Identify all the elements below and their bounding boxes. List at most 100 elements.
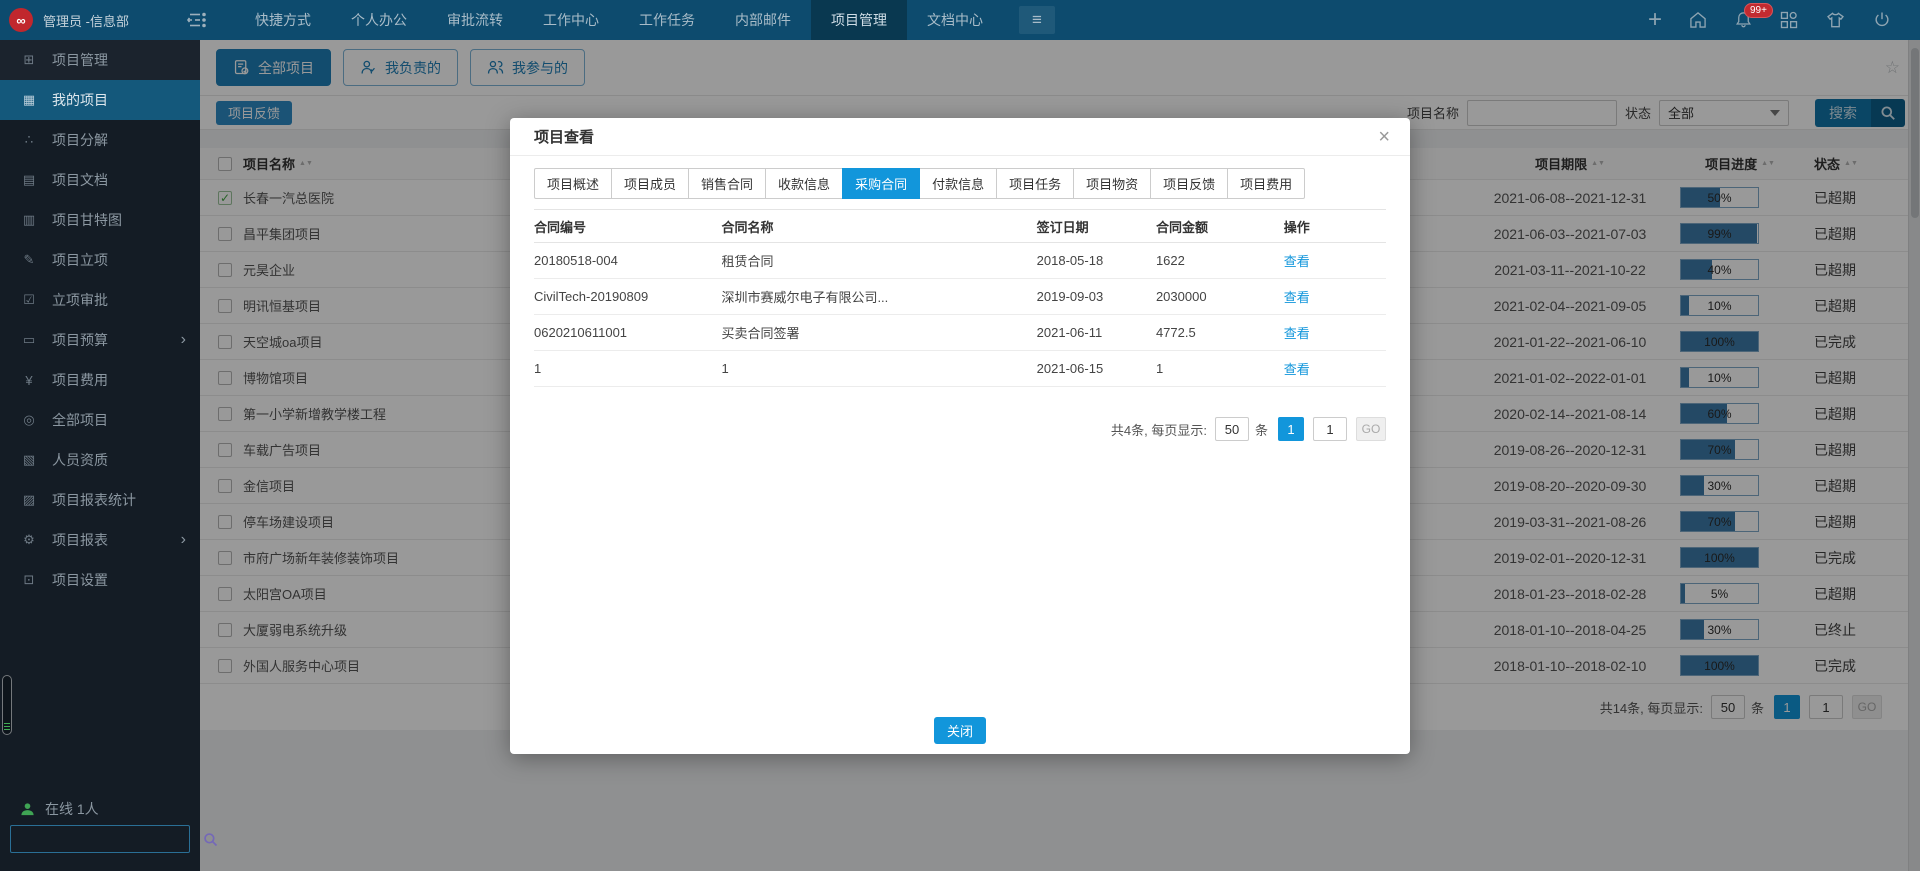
collapse-menu-icon[interactable] xyxy=(187,12,207,28)
plus-icon[interactable]: + xyxy=(1648,10,1662,30)
nav-tab[interactable]: 审批流转 xyxy=(427,0,523,40)
sidebar-item[interactable]: ▧ 人员资质 xyxy=(0,440,200,480)
nav-tab[interactable]: 工作任务 xyxy=(619,0,715,40)
sidebar-item-label: 项目设置 xyxy=(52,570,186,590)
view-link[interactable]: 查看 xyxy=(1284,254,1310,269)
close-icon[interactable]: × xyxy=(1378,127,1390,147)
contract-action-cell: 查看 xyxy=(1284,251,1386,270)
search-icon[interactable] xyxy=(203,832,218,847)
sidebar-item-label: 人员资质 xyxy=(52,450,186,470)
modal-tab-label: 项目概述 xyxy=(547,177,599,192)
modal-tab[interactable]: 采购合同 xyxy=(842,168,920,199)
nav-tab[interactable]: 个人办公 xyxy=(331,0,427,40)
modal-tab-label: 采购合同 xyxy=(855,177,907,192)
sidebar-item[interactable]: ☑立项审批 xyxy=(0,280,200,320)
sidebar-item[interactable]: ⊞项目管理 xyxy=(0,40,200,80)
nav-tab[interactable]: 工作中心 xyxy=(523,0,619,40)
my-projects-icon: ▦ xyxy=(20,92,38,108)
sidebar-item[interactable]: ▭项目预算› xyxy=(0,320,200,360)
contract-sign-date: 2021-06-11 xyxy=(1037,325,1156,340)
modal-tab[interactable]: 付款信息 xyxy=(919,168,997,199)
online-label: 在线 1人 xyxy=(45,799,99,819)
nav-tab[interactable]: 项目管理 xyxy=(811,0,907,40)
top-navbar: ∞ 管理员 -信息部 快捷方式个人办公审批流转工作中心工作任务 内部邮件项目管理文… xyxy=(0,0,1920,40)
sidebar-item[interactable]: ▦我的项目 xyxy=(0,80,200,120)
sidebar-item[interactable]: ▤项目文档 xyxy=(0,160,200,200)
contract-name: 深圳市赛威尔电子有限公司... xyxy=(721,287,1036,306)
power-icon[interactable] xyxy=(1872,10,1892,30)
sidebar-search-input[interactable] xyxy=(11,832,203,847)
sidebar-item[interactable]: ⚙项目报表› xyxy=(0,520,200,560)
sidebar-item[interactable]: ¥ 项目费用 xyxy=(0,360,200,400)
handle-grip-icon xyxy=(4,721,10,730)
view-link[interactable]: 查看 xyxy=(1284,326,1310,341)
page-button[interactable]: 1 xyxy=(1278,417,1304,441)
close-button[interactable]: 关闭 xyxy=(934,717,986,744)
nav-tab[interactable]: 快捷方式 xyxy=(235,0,331,40)
contract-sign-date: 2021-06-15 xyxy=(1037,361,1156,376)
modal-tab[interactable]: 项目概述 xyxy=(534,168,612,199)
contract-no: 20180518-004 xyxy=(534,253,721,268)
theme-shirt-icon[interactable] xyxy=(1825,10,1846,30)
sidebar-item-label: 项目报表统计 xyxy=(52,490,186,510)
sidebar-item[interactable]: ◎ 全部项目 xyxy=(0,400,200,440)
app-logo: ∞ xyxy=(9,8,33,32)
modal-tab[interactable]: 收款信息 xyxy=(765,168,843,199)
home-icon[interactable] xyxy=(1688,10,1708,30)
sidebar-item[interactable]: ✎项目立项 xyxy=(0,240,200,280)
sidebar-item-label: 项目立项 xyxy=(52,250,186,270)
view-link[interactable]: 查看 xyxy=(1284,290,1310,305)
bell-icon[interactable]: 99+ xyxy=(1734,10,1753,30)
modal-tabs: 项目概述项目成员销售合同收款信息采购合同 付款信息项目任务项目物资项目反馈项目费用 xyxy=(534,168,1386,199)
page-size-input[interactable] xyxy=(1215,417,1249,441)
sidebar-item-label: 项目预算 xyxy=(52,330,181,350)
pagination-total: 共4条, 每页显示: xyxy=(1111,420,1207,439)
menu-overflow-icon[interactable]: ≡ xyxy=(1019,6,1055,34)
sidebar-item[interactable]: ▨项目报表统计 xyxy=(0,480,200,520)
expense-yen-icon: ¥ xyxy=(20,373,38,388)
modal-tab[interactable]: 项目物资 xyxy=(1073,168,1151,199)
view-link[interactable]: 查看 xyxy=(1284,362,1310,377)
modal-tab-label: 项目反馈 xyxy=(1163,177,1215,192)
contract-name: 买卖合同签署 xyxy=(721,323,1036,342)
modal-tab[interactable]: 项目任务 xyxy=(996,168,1074,199)
modal-tab-label: 付款信息 xyxy=(932,177,984,192)
apps-grid-icon[interactable] xyxy=(1779,10,1799,30)
nav-tab-label: 内部邮件 xyxy=(735,10,791,30)
contract-row: 0620210611001买卖合同签署2021-06-114772.5查看 xyxy=(534,315,1386,351)
contract-sign-date: 2018-05-18 xyxy=(1037,253,1156,268)
contract-action-cell: 查看 xyxy=(1284,287,1386,306)
modal-tab[interactable]: 销售合同 xyxy=(688,168,766,199)
go-button[interactable]: GO xyxy=(1356,417,1386,441)
navbar-actions: + 99+ xyxy=(1648,10,1920,30)
nav-tab[interactable]: 文档中心 xyxy=(907,0,1003,40)
budget-monitor-icon: ▭ xyxy=(20,332,38,348)
globe-icon: ◎ xyxy=(20,412,38,428)
nav-tab-label: 文档中心 xyxy=(927,10,983,30)
sidebar-item-label: 项目甘特图 xyxy=(52,210,186,230)
sidebar-item-label: 项目费用 xyxy=(52,370,186,390)
user-label: 管理员 -信息部 xyxy=(43,11,129,30)
online-status: 在线 1人 xyxy=(20,799,99,819)
contract-amount: 1 xyxy=(1156,361,1284,376)
nav-tab[interactable]: 内部邮件 xyxy=(715,0,811,40)
nav-tab-label: 工作任务 xyxy=(639,10,695,30)
sidebar-item-label: 项目分解 xyxy=(52,130,186,150)
page-jump-input[interactable] xyxy=(1313,417,1347,441)
sidebar-item[interactable]: ▥项目甘特图 xyxy=(0,200,200,240)
modal-tab[interactable]: 项目反馈 xyxy=(1150,168,1228,199)
sidebar-item-label: 全部项目 xyxy=(52,410,186,430)
sidebar-item[interactable]: ∴项目分解 xyxy=(0,120,200,160)
contract-row: 20180518-004租赁合同2018-05-181622查看 xyxy=(534,243,1386,279)
pagination-unit: 条 xyxy=(1255,420,1268,439)
sidebar-item-label: 项目管理 xyxy=(52,50,186,70)
sidebar-item[interactable]: ⊡项目设置 xyxy=(0,560,200,600)
contract-row: 112021-06-151查看 xyxy=(534,351,1386,387)
approve-check-icon: ☑ xyxy=(20,292,38,308)
modal-tab[interactable]: 项目费用 xyxy=(1227,168,1305,199)
qualification-icon: ▧ xyxy=(20,452,38,468)
contract-table-header: 合同编号 合同名称 签订日期 合同金额 操作 xyxy=(534,209,1386,243)
sidebar-drag-handle[interactable] xyxy=(2,675,12,735)
contract-action-cell: 查看 xyxy=(1284,359,1386,378)
modal-tab[interactable]: 项目成员 xyxy=(611,168,689,199)
